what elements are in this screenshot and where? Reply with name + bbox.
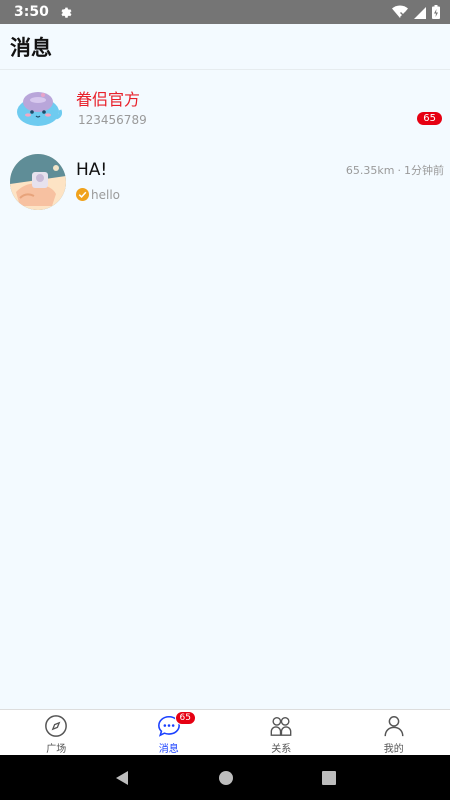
tab-square[interactable]: 广场 [0, 710, 113, 755]
unread-badge: 65 [417, 112, 442, 125]
battery-icon [432, 5, 440, 19]
last-message: hello [91, 188, 120, 202]
tab-label: 广场 [46, 744, 67, 755]
compass-icon [45, 715, 68, 737]
conversation-name: 眷侣官方 [76, 90, 141, 109]
app-header: 消息 [0, 24, 450, 70]
signal-icon [414, 7, 426, 19]
distance: 65.35km [345, 164, 395, 177]
system-nav-bar [0, 755, 450, 800]
people-icon [270, 717, 292, 736]
official-avatar [10, 82, 66, 138]
user-avatar [10, 154, 66, 210]
status-bar: 3:50 [0, 0, 450, 24]
status-time: 3:50 [14, 4, 49, 20]
conversation-item[interactable]: 眷侣官方 123456789 65 [0, 70, 450, 148]
bottom-tab-bar: 广场 65 消息 关系 我的 [0, 709, 450, 755]
tab-profile[interactable]: 我的 [338, 710, 450, 755]
back-icon[interactable] [114, 770, 130, 786]
settings-gear-icon [61, 7, 72, 18]
tab-label: 关系 [271, 744, 292, 755]
message-time: 1分钟前 [404, 164, 444, 177]
tab-relations[interactable]: 关系 [225, 710, 338, 755]
tab-unread-badge: 65 [174, 711, 196, 725]
last-message: 123456789 [78, 113, 147, 127]
page-title: 消息 [10, 35, 52, 60]
home-icon[interactable] [218, 770, 234, 786]
conversation-name: HA! [76, 160, 108, 180]
wifi-icon [392, 5, 408, 18]
recents-icon[interactable] [322, 770, 336, 785]
tab-label: 我的 [383, 744, 404, 755]
profile-icon [384, 716, 404, 737]
meta-separator: · [397, 164, 402, 177]
conversation-item[interactable]: HA! hello 65.35km · 1分钟前 [0, 148, 450, 220]
tab-messages[interactable]: 65 消息 [113, 710, 226, 755]
conversation-meta: 65.35km · 1分钟前 [346, 162, 444, 178]
tab-label: 消息 [158, 744, 179, 755]
conversation-list: 眷侣官方 123456789 65 HA! hello 65.35km · 1分钟前 [0, 70, 450, 220]
verified-check-icon [76, 188, 89, 201]
